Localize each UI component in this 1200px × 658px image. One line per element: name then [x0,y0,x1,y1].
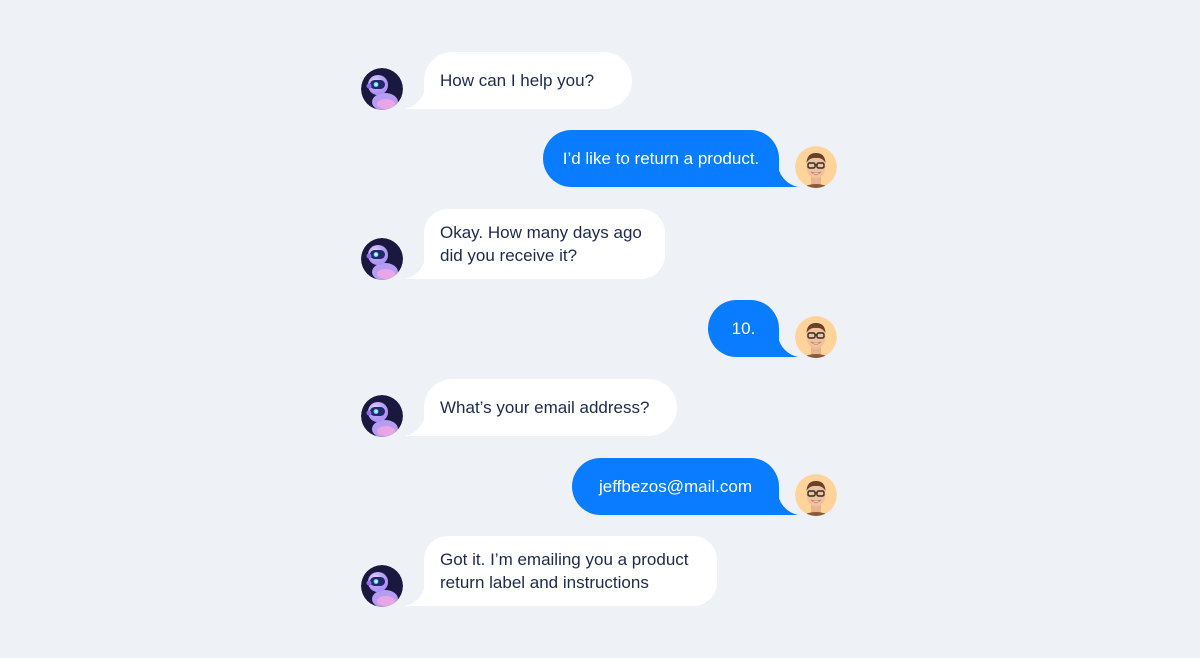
message-bubble: 10. [708,300,779,357]
user-avatar-icon [795,146,837,188]
message-text: 10. [731,319,756,338]
message-text: How can I help you? [440,71,595,90]
bubble-tail [405,259,425,279]
message-text: jeffbezos@mail.com [599,477,752,496]
user-avatar-icon [795,474,837,516]
message-bubble: What’s your email address? [424,379,677,436]
message-text: What’s your email address? [440,398,650,417]
chat-conversation: How can I help you? I’d like to return a… [0,0,1200,658]
robot-avatar-icon [361,565,403,607]
bubble-tail [405,416,425,436]
message-text: return label and instructions [440,573,649,592]
message-bubble: I’d like to return a product. [543,130,779,187]
message-text: did you receive it? [440,246,578,265]
robot-avatar-icon [361,238,403,280]
message-text: Okay. How many days ago [440,223,642,242]
message-bubble: jeffbezos@mail.com [572,458,779,515]
message-bubble: How can I help you? [424,52,632,109]
bubble-tail [405,586,425,606]
robot-avatar-icon [361,395,403,437]
message-bubble: Got it. I’m emailing you a product retur… [424,536,717,606]
message-text: Got it. I’m emailing you a product [440,550,689,569]
bubble-tail [405,89,425,109]
user-avatar-icon [795,316,837,358]
robot-avatar-icon [361,68,403,110]
message-text: I’d like to return a product. [562,149,760,168]
message-bubble: Okay. How many days ago did you receive … [424,209,665,279]
